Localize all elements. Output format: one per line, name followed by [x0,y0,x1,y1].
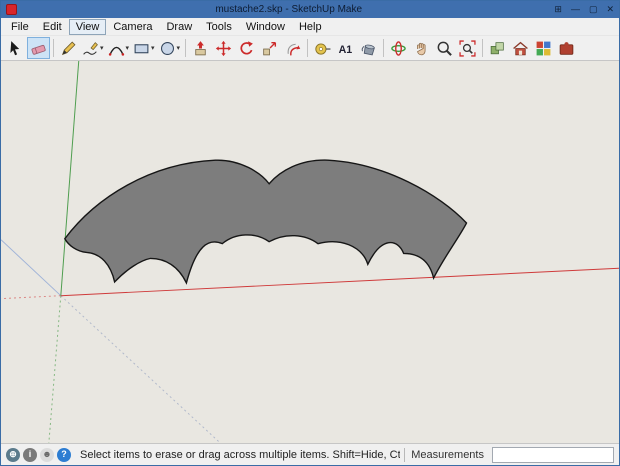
sketchup-window: mustache2.skp - SketchUp Make ⊞ — ▢ ✕ FileE… [0,0,620,466]
status-icons: ⊕i☻? [6,448,71,462]
window-controls: ⊞ — ▢ ✕ [554,5,614,14]
circle-icon [159,40,176,57]
freehand-icon [82,40,99,57]
scale-tool[interactable] [258,37,281,59]
toolbar: ▾ ▾ ▾ ▾ [1,35,619,61]
push-pull-tool[interactable] [189,37,212,59]
title-bar[interactable]: mustache2.skp - SketchUp Make ⊞ — ▢ ✕ [1,1,619,18]
zoom-extents-tool[interactable] [456,37,479,59]
paint-icon [360,40,377,57]
grid-button[interactable]: ⊞ [554,5,562,14]
extension-warehouse[interactable] [555,37,578,59]
minimize-button[interactable]: — [571,5,580,14]
mustache-shape[interactable] [65,160,467,283]
menu-window[interactable]: Window [239,19,292,35]
toolbar-separator [185,39,186,57]
credits-icon[interactable]: i [23,448,37,462]
dropdown-arrow-icon[interactable]: ▾ [126,44,130,52]
circle-tool[interactable]: ▾ [157,37,183,59]
status-separator [404,448,405,462]
user-icon[interactable]: ☻ [40,448,54,462]
dropdown-arrow-icon[interactable]: ▾ [151,44,155,52]
menu-help[interactable]: Help [292,19,329,35]
rotate-icon [238,40,255,57]
orbit-tool[interactable] [387,37,410,59]
offset-tool[interactable] [281,37,304,59]
menu-edit[interactable]: Edit [36,19,69,35]
zoomext-icon [459,40,476,57]
axis-green-negative [49,296,61,443]
status-message: Select items to erase or drag across mul… [80,449,400,461]
menu-tools[interactable]: Tools [199,19,239,35]
components-icon [489,40,506,57]
extension-icon [558,40,575,57]
toolbar-separator [307,39,308,57]
window-title: mustache2.skp - SketchUp Make [23,4,554,15]
status-bar: ⊕i☻? Select items to erase or drag acros… [1,443,619,465]
menu-view[interactable]: View [69,19,107,35]
dropdown-arrow-icon[interactable]: ▾ [177,44,181,52]
drawing-canvas[interactable] [1,61,619,443]
measurements-label: Measurements [411,449,484,461]
pan-icon [413,40,430,57]
tape-icon [314,40,331,57]
zoom-tool[interactable] [433,37,456,59]
pan-tool[interactable] [410,37,433,59]
toolbar-separator [383,39,384,57]
rotate-tool[interactable] [235,37,258,59]
axis-red-negative [1,296,61,299]
line-tool[interactable] [57,37,80,59]
pushpull-icon [192,40,209,57]
offset-icon [284,40,301,57]
warehouse-icon [512,40,529,57]
toolbar-separator [482,39,483,57]
axis-blue [1,240,61,296]
eraser-icon [30,40,47,57]
move-tool[interactable] [212,37,235,59]
rect-icon [133,40,150,57]
arc-icon [108,40,125,57]
close-button[interactable]: ✕ [606,5,614,14]
components-browser[interactable] [486,37,509,59]
axis-green [61,61,79,296]
scale-icon [261,40,278,57]
eraser-tool[interactable] [27,37,50,59]
menu-file[interactable]: File [4,19,36,35]
materials-icon [535,40,552,57]
arc-tool[interactable]: ▾ [106,37,132,59]
move-icon [215,40,232,57]
help-icon[interactable]: ? [57,448,71,462]
warehouse-3d[interactable] [509,37,532,59]
select-icon [7,40,24,57]
zoom-icon [436,40,453,57]
materials-browser[interactable] [532,37,555,59]
axis-red [61,268,619,295]
pencil-icon [60,40,77,57]
menu-bar: FileEditViewCameraDrawToolsWindowHelp [1,18,619,35]
dropdown-arrow-icon[interactable]: ▾ [100,44,104,52]
text3d-icon [337,40,354,57]
tape-measure-tool[interactable] [311,37,334,59]
freehand-tool[interactable]: ▾ [80,37,106,59]
paint-bucket-tool[interactable] [357,37,380,59]
app-logo-icon [6,4,17,15]
axis-blue-negative [61,296,220,443]
shapes-tool[interactable]: ▾ [131,37,157,59]
menu-draw[interactable]: Draw [159,19,199,35]
geolocation-icon[interactable]: ⊕ [6,448,20,462]
toolbar-separator [53,39,54,57]
maximize-button[interactable]: ▢ [589,5,598,14]
orbit-icon [390,40,407,57]
menu-camera[interactable]: Camera [106,19,159,35]
text-tool[interactable] [334,37,357,59]
measurements-input[interactable] [492,447,614,463]
model-viewport[interactable] [1,61,619,443]
select-tool[interactable] [4,37,27,59]
